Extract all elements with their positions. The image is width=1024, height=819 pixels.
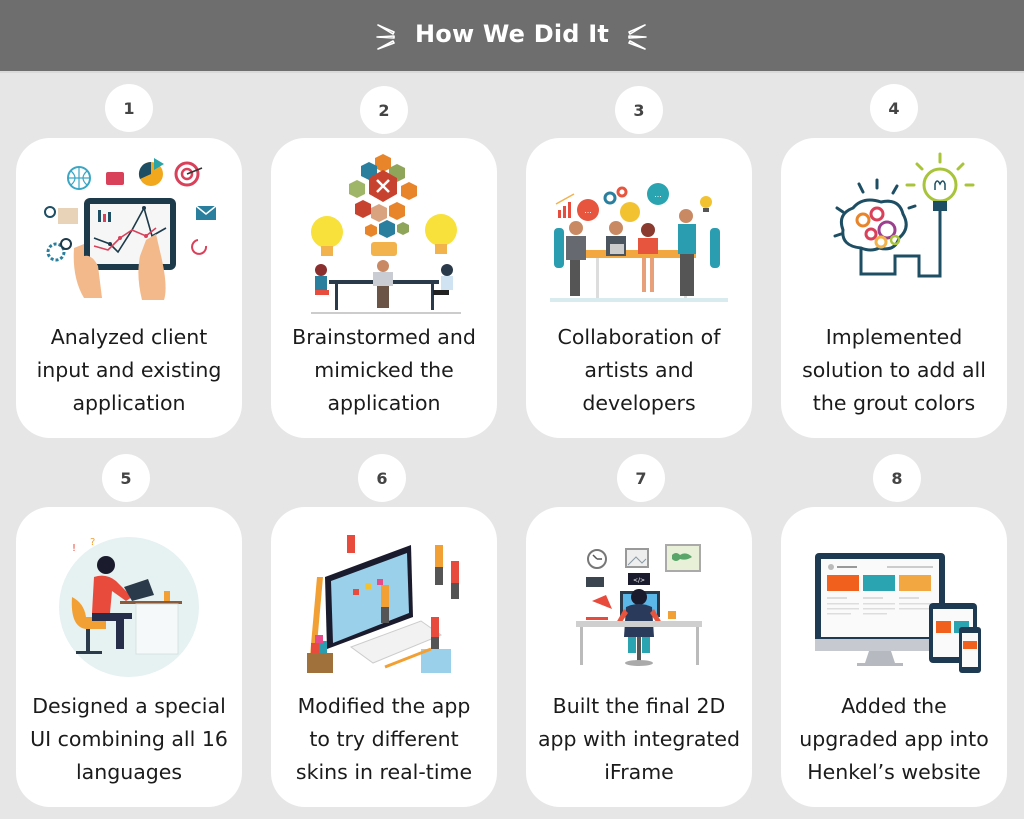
caption-line: Designed a special xyxy=(32,694,226,718)
svg-text:</>: </> xyxy=(633,577,645,584)
step-number-badge: 3 xyxy=(615,86,663,134)
header-banner: How We Did It xyxy=(0,0,1024,73)
step-card: </> Built the final 2D app with integrat… xyxy=(526,507,752,807)
caption-line: application xyxy=(327,391,441,415)
step-card: Added the upgraded app into Henkel’s web… xyxy=(781,507,1007,807)
brainstorm-lightbulbs-illustration xyxy=(291,148,477,316)
step-card: Analyzed client input and existing appli… xyxy=(16,138,242,438)
step-number-badge: 4 xyxy=(870,84,918,132)
step-card: ... ... Collaboration of artists and dev xyxy=(526,138,752,438)
caption-line: upgraded app into xyxy=(799,727,989,751)
step-caption: Modified the app to try different skins … xyxy=(275,690,493,789)
caption-line: the grout colors xyxy=(812,391,976,415)
caption-line: Implemented xyxy=(825,325,963,349)
developer-at-computer-illustration: </> xyxy=(546,517,732,685)
brain-gears-lightbulb-illustration xyxy=(801,148,987,316)
step-caption: Analyzed client input and existing appli… xyxy=(20,321,238,420)
tablet-analytics-illustration xyxy=(36,148,222,316)
caption-line: Modified the app xyxy=(297,694,471,718)
step-number-badge: 7 xyxy=(617,454,665,502)
caption-line: Collaboration of xyxy=(557,325,721,349)
step-number-badge: 6 xyxy=(358,454,406,502)
step-card: Brainstormed and mimicked the applicatio… xyxy=(271,138,497,438)
caption-line: Henkel’s website xyxy=(807,760,981,784)
caption-line: languages xyxy=(75,760,183,784)
caption-line: Built the final 2D xyxy=(552,694,726,718)
caption-line: application xyxy=(72,391,186,415)
step-caption: Built the final 2D app with integrated i… xyxy=(530,690,748,789)
caption-line: iFrame xyxy=(604,760,674,784)
svg-text:!: ! xyxy=(72,543,76,554)
caption-line: UI combining all 16 xyxy=(30,727,228,751)
caption-line: Analyzed client xyxy=(50,325,208,349)
caption-line: to try different xyxy=(309,727,459,751)
caption-line: skins in real-time xyxy=(295,760,473,784)
caption-line: developers xyxy=(582,391,696,415)
designer-at-desk-illustration: !? xyxy=(36,517,222,685)
svg-text:...: ... xyxy=(654,190,662,199)
step-caption: Implemented solution to add all the grou… xyxy=(785,321,1003,420)
caption-line: input and existing xyxy=(36,358,222,382)
step-caption: Collaboration of artists and developers xyxy=(530,321,748,420)
caption-line: solution to add all xyxy=(802,358,986,382)
step-caption: Added the upgraded app into Henkel’s web… xyxy=(785,690,1003,789)
step-caption: Designed a special UI combining all 16 l… xyxy=(20,690,238,789)
step-card: Implemented solution to add all the grou… xyxy=(781,138,1007,438)
svg-text:?: ? xyxy=(90,537,95,548)
team-meeting-illustration: ... ... xyxy=(546,148,732,316)
step-number-badge: 5 xyxy=(102,454,150,502)
burst-lines-icon xyxy=(628,24,647,50)
caption-line: Added the xyxy=(841,694,947,718)
caption-line: app with integrated xyxy=(537,727,741,751)
step-number-badge: 2 xyxy=(360,86,408,134)
step-number-badge: 1 xyxy=(105,84,153,132)
step-caption: Brainstormed and mimicked the applicatio… xyxy=(275,321,493,420)
svg-text:...: ... xyxy=(584,206,592,215)
caption-line: mimicked the xyxy=(314,358,454,382)
step-card: !? Designed a special UI combining all 1… xyxy=(16,507,242,807)
team-building-screen-illustration xyxy=(291,517,477,685)
responsive-devices-illustration xyxy=(801,517,987,685)
step-number-badge: 8 xyxy=(873,454,921,502)
caption-line: artists and xyxy=(584,358,694,382)
caption-line: Brainstormed and xyxy=(292,325,476,349)
step-card: Modified the app to try different skins … xyxy=(271,507,497,807)
page-title: How We Did It xyxy=(414,20,610,48)
